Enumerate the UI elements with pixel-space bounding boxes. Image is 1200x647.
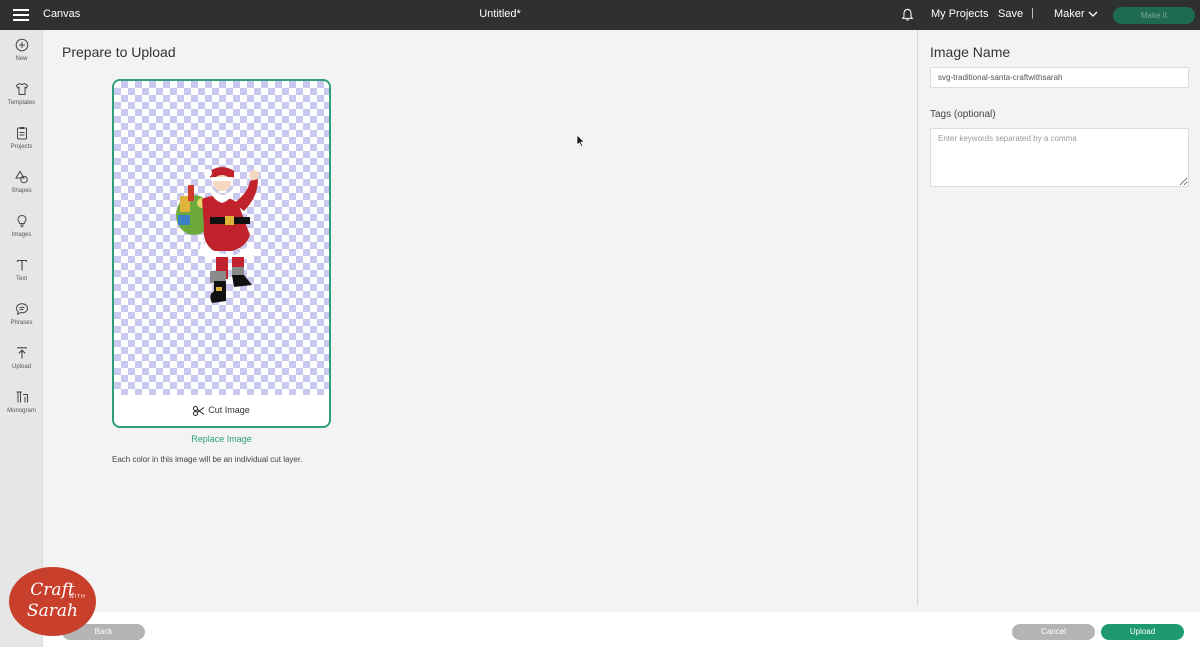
notification-bell-icon[interactable] <box>901 8 914 22</box>
document-title[interactable]: Untitled* <box>0 8 1000 20</box>
logo-text-sarah: Sarah <box>27 601 78 621</box>
cut-image-label: Cut Image <box>208 405 250 415</box>
sidebar-item-label: New <box>15 56 28 62</box>
monogram-icon <box>16 391 28 403</box>
sidebar-item-label: Shapes <box>11 188 32 194</box>
make-it-button[interactable]: Make It <box>1113 7 1195 24</box>
separator: | <box>1031 7 1034 19</box>
machine-selector[interactable]: Maker <box>1054 8 1085 20</box>
scissors-icon <box>193 405 205 416</box>
text-icon <box>16 259 27 271</box>
page-title: Prepare to Upload <box>62 44 176 60</box>
sidebar-item-monogram[interactable]: Monogram <box>0 390 43 430</box>
plus-circle-icon <box>15 38 28 52</box>
my-projects-link[interactable]: My Projects <box>931 8 988 20</box>
top-bar: Canvas Untitled* My Projects Save | Make… <box>0 0 1200 30</box>
sidebar-item-label: Projects <box>10 144 33 150</box>
sidebar-item-text[interactable]: Text <box>0 258 43 298</box>
left-sidebar: New Templates Projects Shapes Images Tex… <box>0 30 43 647</box>
panel-divider <box>917 30 918 606</box>
logo-text-with: WITH <box>69 594 86 600</box>
sidebar-item-label: Text <box>15 276 27 282</box>
replace-image-link[interactable]: Replace Image <box>112 434 331 444</box>
craft-with-sarah-logo: Craft WITH Sarah <box>9 567 96 636</box>
sidebar-item-label: Monogram <box>7 408 36 414</box>
sidebar-item-images[interactable]: Images <box>0 214 43 254</box>
upload-icon <box>16 347 27 359</box>
sidebar-item-label: Images <box>11 232 32 238</box>
speech-bubble-icon <box>15 303 28 316</box>
shapes-icon <box>14 170 28 184</box>
image-preview-card: Cut Image <box>112 79 331 428</box>
tags-label: Tags (optional) <box>930 109 996 120</box>
image-name-input[interactable] <box>930 67 1189 88</box>
sidebar-item-phrases[interactable]: Phrases <box>0 302 43 342</box>
sidebar-item-projects[interactable]: Projects <box>0 126 43 166</box>
save-link[interactable]: Save <box>998 8 1023 20</box>
cut-image-button[interactable]: Cut Image <box>114 395 329 426</box>
mouse-cursor-icon <box>576 134 586 148</box>
sidebar-item-label: Upload <box>11 364 31 370</box>
sidebar-item-label: Phrases <box>10 320 33 326</box>
lightbulb-icon <box>16 214 27 228</box>
upload-button[interactable]: Upload <box>1101 624 1184 640</box>
transparent-background <box>114 81 329 395</box>
clipboard-icon <box>16 127 27 140</box>
chevron-down-icon[interactable] <box>1088 10 1098 18</box>
sidebar-item-shapes[interactable]: Shapes <box>0 170 43 210</box>
cancel-button[interactable]: Cancel <box>1012 624 1095 640</box>
santa-image <box>176 167 259 303</box>
sidebar-item-new[interactable]: New <box>0 38 43 78</box>
shirt-icon <box>15 82 28 95</box>
sidebar-item-templates[interactable]: Templates <box>0 82 43 122</box>
sidebar-item-upload[interactable]: Upload <box>0 346 43 386</box>
sidebar-item-label: Templates <box>7 100 36 106</box>
image-name-heading: Image Name <box>930 44 1011 60</box>
cut-layer-note: Each color in this image will be an indi… <box>112 455 303 464</box>
tags-input[interactable] <box>930 128 1189 187</box>
